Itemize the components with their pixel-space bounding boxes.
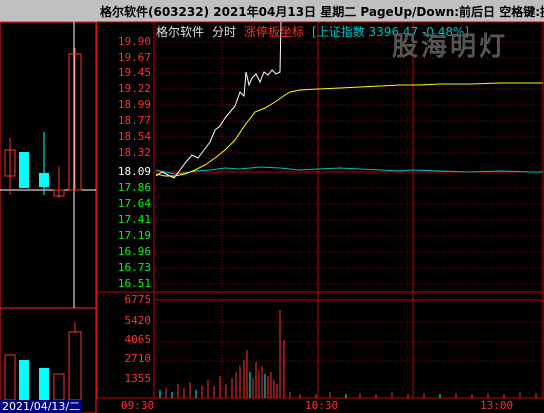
time-axis-label: 09:30 [121,399,155,412]
time-axis-label: 10:30 [305,399,339,412]
price-axis-label: 19.67 [117,51,151,64]
price-axis-label: 16.73 [117,261,151,274]
price-axis-label-prev-close: 18.09 [117,165,151,178]
price-axis-label: 18.77 [117,114,151,127]
chart-mode[interactable]: 分时 [212,25,236,39]
average-price-line [155,82,543,177]
kline-date-label: 2021/04/13/二 [0,400,83,413]
price-axis-label: 18.99 [117,98,151,111]
kline-volume-bar [19,360,29,400]
volume-axis-label: 5420 [124,314,152,327]
price-axis-label: 19.45 [117,66,151,79]
price-axis-label: 18.54 [117,130,151,143]
kline-candles [4,48,82,198]
price-axis-label: 16.96 [117,245,151,258]
price-axis-label: 17.19 [117,229,151,242]
kline-volume-bars [4,322,82,401]
time-axis-label: 13:00 [480,399,514,412]
kline-volume-bar [68,331,82,401]
volume-axis-label: 2710 [124,352,152,365]
price-gridlines [154,41,543,285]
kline-candle [39,173,49,187]
watermark: 股海明灯 [392,32,509,62]
price-axis-label: 19.22 [117,82,151,95]
volume-axis-label: 4065 [124,333,152,346]
kline-volume-bar [53,373,65,401]
price-axis-label: 17.64 [117,197,151,210]
stock-name: 格尔软件 [156,25,205,39]
kline-volume-bar [39,368,49,400]
price-axis-label: 16.51 [117,277,151,290]
kline-volume-bar [4,354,16,401]
price-axis-label: 19.90 [117,35,151,48]
volume-axis-label: 6775 [124,293,152,306]
kline-candle [19,152,29,188]
price-axis-label: 17.86 [117,181,151,194]
price-axis-label: 18.32 [117,146,151,159]
volume-gridlines [154,321,543,362]
index-line [155,166,543,175]
limit-up-coordinate[interactable]: 涨停板坐标 [244,25,304,39]
kline-panel-frame [0,21,97,413]
volume-axis-label: 1355 [124,372,152,385]
volume-bars [159,310,537,398]
price-axis-label: 17.41 [117,213,151,226]
